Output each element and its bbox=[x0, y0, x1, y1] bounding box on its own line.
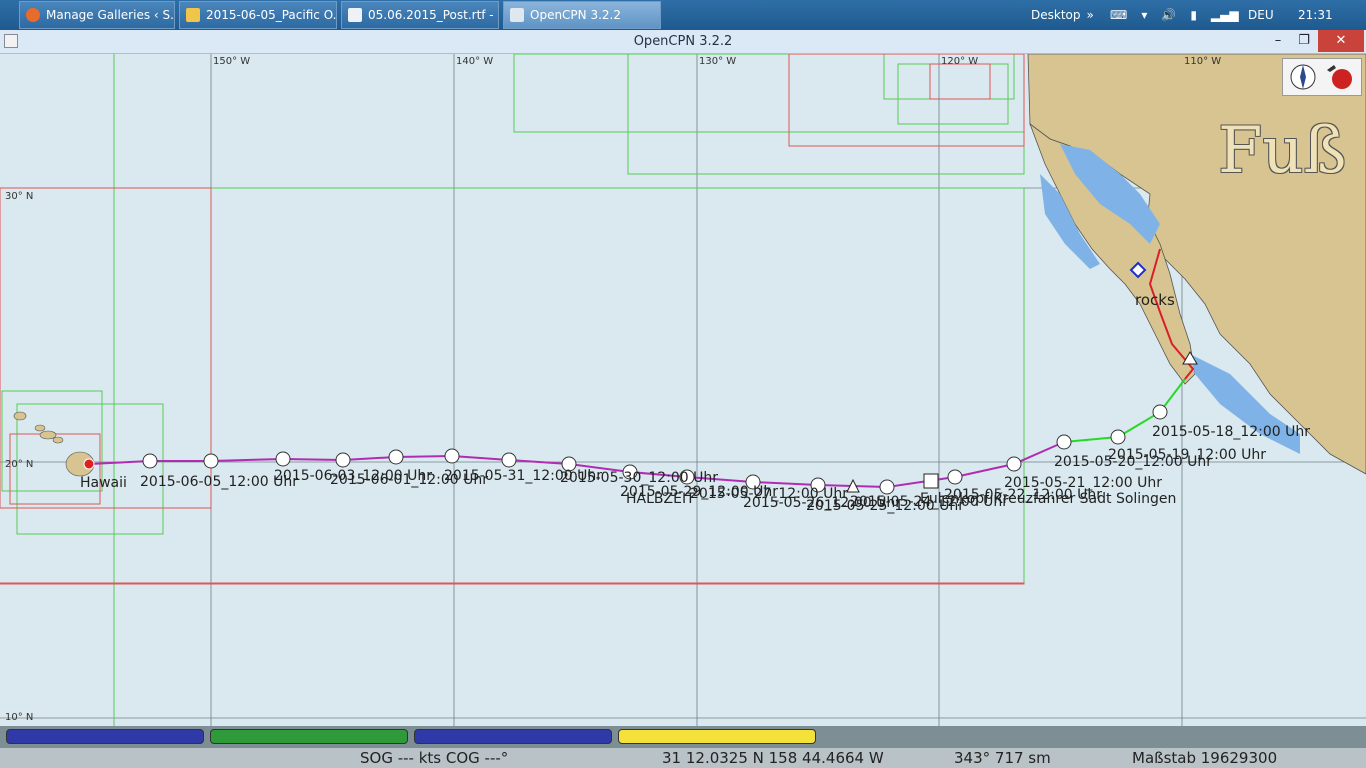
piano-key[interactable] bbox=[618, 729, 816, 744]
cursor-position-readout: 31 12.0325 N 158 44.4664 W bbox=[662, 749, 884, 767]
keyboard-icon[interactable]: ⌨ bbox=[1110, 8, 1127, 22]
language-indicator[interactable]: DEU bbox=[1248, 0, 1274, 30]
close-button[interactable]: ✕ bbox=[1318, 30, 1364, 52]
taskbar-item-label: Manage Galleries ‹ S... bbox=[46, 8, 175, 22]
taskbar: Manage Galleries ‹ S... 2015-06-05_Pacif… bbox=[0, 0, 1366, 30]
chart-outlines-green bbox=[1, 54, 1025, 726]
scale-readout: Maßstab 19629300 bbox=[1132, 749, 1278, 767]
track-label: 2015-05-20_12:00 Uhr bbox=[1054, 454, 1213, 470]
maximize-button[interactable]: ❐ bbox=[1292, 30, 1316, 52]
compass-widget[interactable] bbox=[1282, 58, 1362, 96]
overlay-text: Fuß bbox=[1218, 114, 1347, 188]
track-label: 2015-05-18_12:00 Uhr bbox=[1152, 424, 1311, 440]
piano-key[interactable] bbox=[414, 729, 612, 744]
minimize-button[interactable]: – bbox=[1266, 30, 1290, 52]
chart-canvas[interactable]: 150° W 140° W 130° W 120° W 110° W 30° N… bbox=[0, 54, 1366, 726]
desktop-toolbar[interactable]: Desktop » bbox=[1031, 0, 1094, 30]
chart-graphics[interactable] bbox=[0, 54, 1366, 726]
longitude-label: 150° W bbox=[213, 56, 251, 67]
track-label: 2015-06-05_12:00 Uhr bbox=[140, 474, 299, 490]
longitude-label: 130° W bbox=[699, 56, 737, 67]
north-arrow-icon bbox=[1290, 64, 1316, 90]
piano-key[interactable] bbox=[6, 729, 204, 744]
taskbar-item-label: 2015-06-05_Pacific O... bbox=[206, 8, 337, 22]
waypoint-square-marker[interactable] bbox=[923, 473, 939, 489]
longitude-label: 110° W bbox=[1184, 56, 1222, 67]
clock[interactable]: 21:31 bbox=[1298, 0, 1333, 30]
battery-icon[interactable]: ▮ bbox=[1190, 8, 1197, 22]
track-label: 2015-06-01_12:00 Uhr bbox=[330, 472, 489, 488]
bearing-distance-readout: 343° 717 sm bbox=[954, 749, 1051, 767]
chevron-down-icon[interactable]: ▾ bbox=[1141, 8, 1147, 22]
window-title: OpenCPN 3.2.2 bbox=[633, 34, 733, 49]
chart-piano-bar bbox=[0, 726, 1366, 748]
document-icon bbox=[348, 8, 362, 22]
desktop-label: Desktop bbox=[1031, 8, 1081, 22]
longitude-label: 140° W bbox=[456, 56, 494, 67]
piano-key[interactable] bbox=[210, 729, 408, 744]
track-label: 2015-05-24_12:00 Uhr bbox=[850, 494, 1009, 510]
rocks-label: rocks bbox=[1135, 291, 1175, 309]
taskbar-item-document[interactable]: 05.06.2015_Post.rtf - ... bbox=[341, 1, 499, 29]
latitude-label: 10° N bbox=[5, 712, 34, 723]
system-tray: ⌨ ▾ 🔊 ▮ ▂▄▆ bbox=[1110, 0, 1239, 30]
clock-time: 21:31 bbox=[1298, 8, 1333, 22]
speaker-icon[interactable]: 🔊 bbox=[1161, 8, 1176, 22]
track-label: HALBZEIT bbox=[626, 491, 695, 507]
taskbar-item-opencpn[interactable]: OpenCPN 3.2.2 bbox=[503, 1, 661, 29]
taskbar-item-label: OpenCPN 3.2.2 bbox=[530, 8, 621, 22]
track-label: Hawaii bbox=[80, 475, 127, 491]
desktop-expand-icon[interactable]: » bbox=[1087, 8, 1094, 22]
taskbar-item-folder[interactable]: 2015-06-05_Pacific O... bbox=[179, 1, 337, 29]
signal-icon[interactable]: ▂▄▆ bbox=[1211, 8, 1239, 22]
taskbar-item-firefox[interactable]: Manage Galleries ‹ S... bbox=[19, 1, 175, 29]
status-bar: SOG --- kts COG ---° 31 12.0325 N 158 44… bbox=[0, 748, 1366, 768]
taskbar-item-label: 05.06.2015_Post.rtf - ... bbox=[368, 8, 499, 22]
folder-icon bbox=[186, 8, 200, 22]
latitude-label: 30° N bbox=[5, 191, 34, 202]
sog-cog-readout: SOG --- kts COG ---° bbox=[360, 749, 509, 767]
language-label: DEU bbox=[1248, 8, 1274, 22]
own-ship-marker[interactable] bbox=[83, 458, 95, 470]
longitude-label: 120° W bbox=[941, 56, 979, 67]
firefox-icon bbox=[26, 8, 40, 22]
latitude-label: 20° N bbox=[5, 459, 34, 470]
opencpn-icon bbox=[510, 8, 524, 22]
window-titlebar: OpenCPN 3.2.2 – ❐ ✕ bbox=[0, 30, 1366, 54]
gps-status-icon bbox=[1327, 65, 1352, 89]
